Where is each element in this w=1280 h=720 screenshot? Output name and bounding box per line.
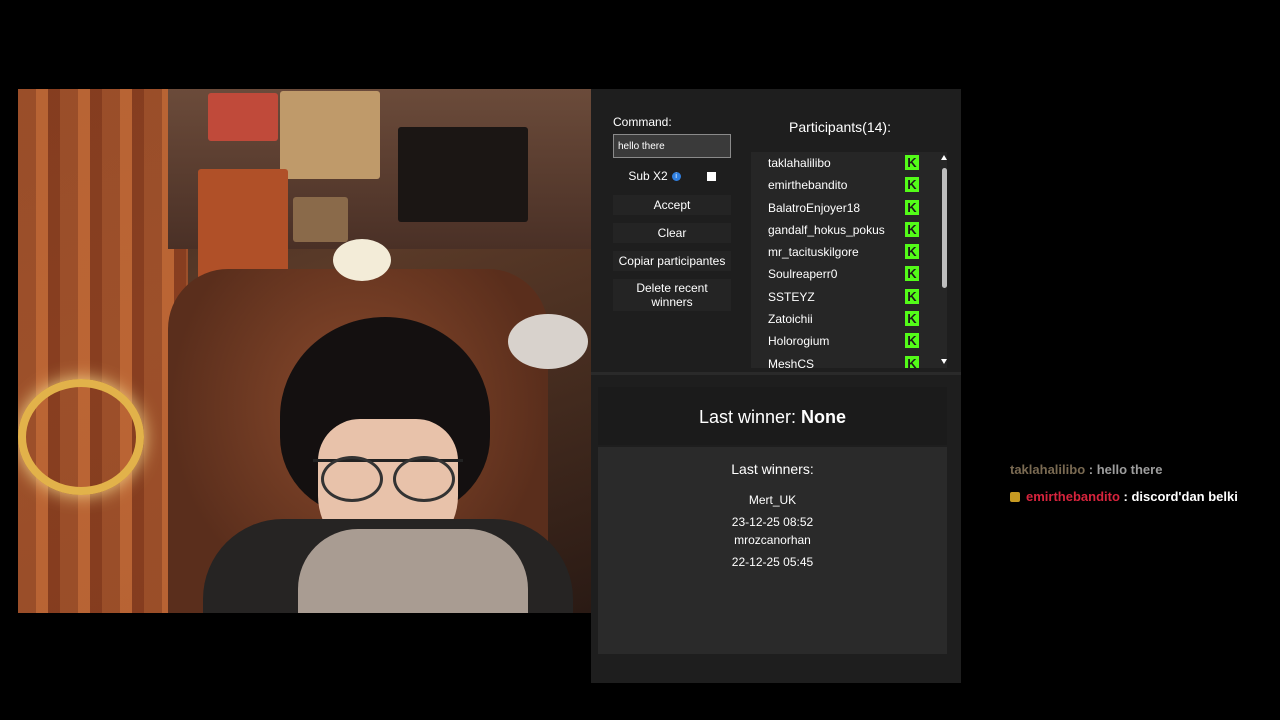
participants-title: Participants(14): — [789, 119, 891, 135]
chat-username: emirthebandito — [1026, 489, 1120, 504]
participant-name: taklahalilibo — [768, 156, 831, 170]
winner-name: Mert_UK — [748, 493, 797, 507]
accept-button[interactable]: Accept — [613, 195, 731, 215]
chat-message: emirthebandito : discord'dan belki — [1010, 489, 1280, 516]
blanket — [298, 529, 528, 613]
participant-name: BalatroEnjoyer18 — [768, 200, 861, 215]
last-winners-box: Last winners: Mert_UK 23-12-25 08:52 mro… — [598, 447, 947, 654]
participant-name: Zatoichii — [768, 312, 813, 327]
list-item: Holorogium K — [751, 330, 947, 352]
list-item: Zatoichii K — [751, 308, 947, 330]
participants-scrollbar[interactable] — [941, 152, 947, 368]
sub-x2-label: Sub X2 — [628, 169, 668, 183]
curtain — [18, 89, 188, 613]
chat-username: taklahalilibo — [1010, 462, 1086, 477]
kick-icon: K — [905, 221, 919, 237]
list-item: Soulreaperr0 K — [751, 263, 947, 285]
participant-name: emirthebandito — [768, 178, 848, 193]
kick-icon: K — [905, 333, 919, 349]
wall-poster — [280, 91, 380, 179]
last-winner-value: None — [801, 407, 847, 427]
delete-label-line1: Delete recent — [636, 281, 708, 295]
winner-name: mrozcanorhan — [734, 533, 811, 547]
ring-lamp — [18, 379, 144, 495]
participant-name: mr_tacituskilgore — [768, 245, 859, 260]
list-item: taklahalilibo K — [751, 152, 947, 174]
command-input[interactable] — [613, 134, 731, 158]
command-label: Command: — [613, 115, 672, 129]
clear-button[interactable]: Clear — [613, 223, 731, 243]
winner-date: 23-12-25 08:52 — [731, 515, 814, 529]
sub-x2-checkbox[interactable] — [706, 171, 716, 181]
giveaway-panel: Command: Sub X2 i Accept Clear Copiar pa… — [591, 89, 961, 683]
copy-participants-button[interactable]: Copiar participantes — [613, 251, 731, 271]
chat-separator: : — [1119, 489, 1132, 504]
last-winners-title: Last winners: — [731, 461, 814, 477]
duck-plush — [333, 239, 391, 281]
chat-separator: : — [1085, 462, 1097, 477]
wall-poster — [398, 127, 528, 222]
chat-text: discord'dan belki — [1131, 489, 1238, 504]
kick-icon: K — [905, 355, 919, 368]
chat-text: hello there — [1096, 462, 1163, 477]
info-icon[interactable]: i — [671, 171, 681, 181]
participant-name: Holorogium — [768, 334, 830, 349]
chat-overlay: taklahalilibo : hello there emirthebandi… — [1010, 462, 1280, 516]
wall-poster — [293, 197, 348, 242]
scroll-down-arrow-icon[interactable] — [941, 359, 947, 364]
divider — [591, 372, 961, 375]
list-item: mr_tacituskilgore K — [751, 241, 947, 263]
kick-icon: K — [905, 288, 919, 304]
participants-list[interactable]: taklahalilibo K emirthebandito K BalatroEn… — [751, 152, 947, 368]
last-winner-banner: Last winner: None — [598, 387, 947, 445]
list-item: emirthebandito K — [751, 174, 947, 196]
delete-label-line2: winners — [651, 295, 693, 309]
kick-icon: K — [905, 177, 919, 193]
kick-icon: K — [905, 155, 919, 170]
kick-icon: K — [905, 244, 919, 260]
kick-icon: K — [905, 199, 919, 215]
list-item: gandalf_hokus_pokus K — [751, 219, 947, 241]
kick-icon: K — [905, 266, 919, 282]
participant-name: gandalf_hokus_pokus — [768, 222, 885, 237]
participants-section: Participants(14): taklahalilibo K emirthe… — [751, 119, 951, 368]
participant-name: MeshCS — [768, 356, 815, 368]
participant-name: Soulreaperr0 — [768, 267, 838, 282]
wall-poster — [208, 93, 278, 141]
wall-poster — [198, 169, 288, 279]
kick-icon: K — [905, 311, 919, 327]
list-item: MeshCS K — [751, 353, 947, 368]
cat — [508, 314, 588, 369]
controls-column: Command: Sub X2 i Accept Clear Copiar pa… — [613, 115, 731, 311]
sub-x2-row: Sub X2 i — [613, 166, 731, 186]
list-item: SSTEYZ K — [751, 286, 947, 308]
delete-recent-winners-button[interactable]: Delete recent winners — [613, 279, 731, 311]
chat-message: taklahalilibo : hello there — [1010, 462, 1280, 489]
participant-name: SSTEYZ — [768, 289, 815, 304]
winner-date: 22-12-25 05:45 — [731, 555, 814, 569]
webcam-feed — [18, 89, 591, 613]
list-item: BalatroEnjoyer18 K — [751, 197, 947, 219]
last-winner-label: Last winner: — [698, 407, 802, 427]
glasses — [313, 456, 463, 506]
scroll-thumb[interactable] — [942, 168, 947, 288]
scroll-up-arrow-icon[interactable] — [941, 155, 947, 160]
subscriber-badge-icon — [1010, 492, 1020, 502]
